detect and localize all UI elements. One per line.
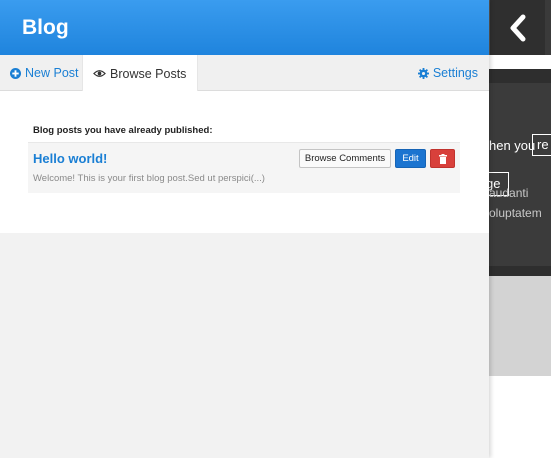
browse-comments-button[interactable]: Browse Comments [299,149,391,168]
tab-new-post[interactable]: New Post [10,55,79,91]
trash-icon [438,153,447,164]
chevron-left-icon [510,14,525,41]
gear-icon [417,67,429,79]
background-text: audanti [489,186,529,200]
plus-circle-icon [10,67,21,79]
tab-bar: New Post Browse Posts Settings [0,55,489,92]
blog-panel: Blog New Post Browse Posts Settings Blog… [0,0,489,458]
list-item: Hello world! Welcome! This is your first… [28,142,460,193]
background-text: hen you [489,138,536,153]
background-input[interactable]: re [532,134,551,156]
eye-icon [93,70,106,77]
tab-settings[interactable]: Settings [417,55,478,91]
posts-content: Blog posts you have already published: H… [0,91,489,233]
post-title-link[interactable]: Hello world! [33,151,107,166]
section-heading: Blog posts you have already published: [33,125,213,136]
tab-label: Settings [432,66,478,80]
page-title: Blog [22,16,69,39]
tab-label: Browse Posts [110,66,187,81]
panel-header: Blog [0,0,489,55]
post-excerpt: Welcome! This is your first blog post.Se… [33,173,265,184]
background-text: oluptatem [489,206,542,220]
tab-browse-posts[interactable]: Browse Posts [82,55,199,92]
tab-label: New Post [25,66,79,80]
background-page: hen you re ge audanti oluptatem [487,0,551,458]
collapse-panel-button[interactable] [489,0,545,55]
delete-button[interactable] [430,149,455,168]
edit-button[interactable]: Edit [395,149,426,168]
